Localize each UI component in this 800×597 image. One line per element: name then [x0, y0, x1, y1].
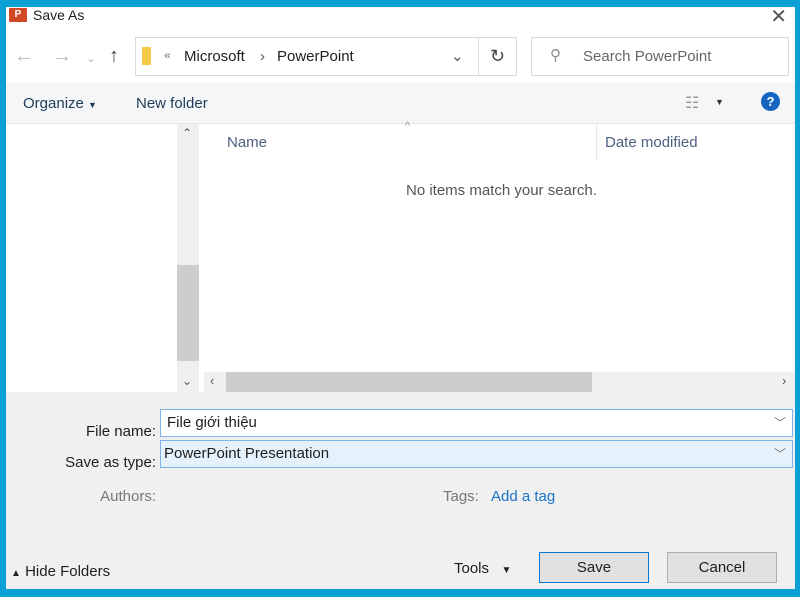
- save-as-dialog: P Save As ✕ ← → ⌄ ↑ « Microsoft › PowerP…: [6, 7, 795, 589]
- cancel-button[interactable]: Cancel: [667, 552, 777, 583]
- file-list: ^ Name Date modified No items match your…: [200, 120, 795, 392]
- toolbar: Organize ▼ New folder ☷ ▼ ?: [6, 82, 795, 124]
- scroll-up-icon[interactable]: ⌃: [182, 126, 192, 140]
- breadcrumb-microsoft[interactable]: Microsoft: [184, 48, 245, 65]
- scroll-left-icon[interactable]: ‹: [210, 373, 214, 388]
- folder-icon: [142, 47, 151, 65]
- caret-down-icon: ▼: [501, 565, 512, 576]
- column-divider[interactable]: [596, 124, 597, 160]
- tags-label: Tags:: [443, 488, 479, 505]
- forward-icon[interactable]: →: [52, 45, 72, 68]
- caret-down-icon: ▼: [88, 100, 97, 110]
- back-icon[interactable]: ←: [14, 45, 34, 68]
- hide-folders-label: Hide Folders: [25, 563, 111, 580]
- breadcrumb-powerpoint[interactable]: PowerPoint: [277, 48, 354, 65]
- address-bar[interactable]: « Microsoft › PowerPoint ⌄: [135, 37, 517, 76]
- column-name[interactable]: Name: [227, 134, 267, 151]
- recent-dropdown-icon[interactable]: ⌄: [86, 51, 96, 65]
- view-icon[interactable]: ☷: [685, 93, 699, 113]
- chevron-down-icon[interactable]: ﹀: [774, 410, 786, 436]
- help-icon[interactable]: ?: [761, 92, 780, 111]
- view-dropdown-icon[interactable]: ▼: [715, 97, 724, 107]
- refresh-button[interactable]: ↻: [478, 37, 517, 76]
- save-type-label: Save as type:: [65, 454, 156, 471]
- save-type-select[interactable]: PowerPoint Presentation ﹀: [160, 440, 793, 468]
- authors-label: Authors:: [100, 488, 156, 505]
- empty-message: No items match your search.: [406, 182, 597, 199]
- add-tag-link[interactable]: Add a tag: [491, 488, 555, 505]
- h-scroll-thumb[interactable]: [226, 372, 592, 392]
- file-name-input[interactable]: File giới thiệu ﹀: [160, 409, 793, 437]
- horizontal-scrollbar[interactable]: ‹ ›: [204, 372, 795, 392]
- scroll-down-icon[interactable]: ⌄: [182, 374, 192, 388]
- new-folder-button[interactable]: New folder: [136, 95, 208, 112]
- caret-up-icon: ▲: [11, 568, 21, 579]
- tools-label: Tools: [454, 560, 490, 577]
- organize-button[interactable]: Organize ▼: [23, 95, 97, 112]
- search-input[interactable]: ⚲ Search PowerPoint: [531, 37, 789, 76]
- up-icon[interactable]: ↑: [109, 45, 119, 68]
- column-date-modified[interactable]: Date modified: [605, 134, 698, 151]
- scroll-thumb[interactable]: [177, 265, 199, 361]
- sort-ascending-icon: ^: [405, 120, 411, 132]
- chevron-down-icon[interactable]: ﹀: [774, 441, 786, 467]
- save-type-value: PowerPoint Presentation: [164, 445, 330, 462]
- file-name-label: File name:: [85, 423, 156, 440]
- search-placeholder: Search PowerPoint: [583, 48, 712, 65]
- overflow-icon[interactable]: «: [164, 48, 171, 62]
- nav-scrollbar[interactable]: ⌃ ⌄: [177, 124, 199, 392]
- search-icon: ⚲: [550, 47, 561, 64]
- chevron-down-icon[interactable]: ⌄: [451, 47, 464, 65]
- window-title: Save As: [33, 7, 85, 23]
- close-icon[interactable]: ✕: [770, 7, 787, 29]
- chevron-right-icon: ›: [260, 48, 265, 65]
- powerpoint-icon: P: [9, 8, 27, 22]
- organize-label: Organize: [23, 95, 84, 112]
- hide-folders-button[interactable]: ▲ Hide Folders: [11, 563, 110, 580]
- navigation-pane: [6, 124, 200, 392]
- tools-button[interactable]: Tools ▼: [454, 560, 511, 577]
- save-button[interactable]: Save: [539, 552, 649, 583]
- file-name-value: File giới thiệu: [167, 414, 257, 431]
- scroll-right-icon[interactable]: ›: [782, 373, 786, 388]
